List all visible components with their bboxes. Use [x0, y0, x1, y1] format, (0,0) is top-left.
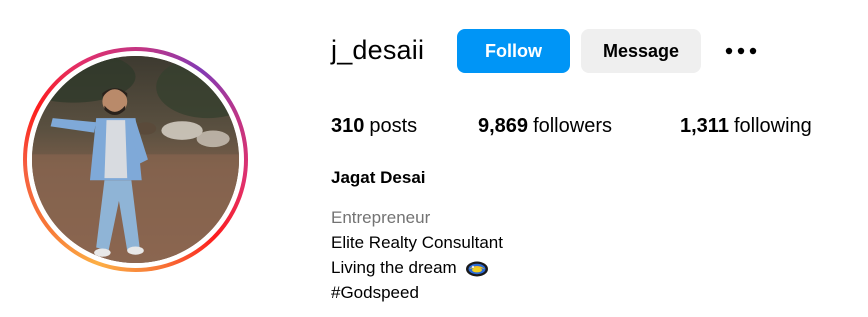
username: j_desaii	[331, 35, 425, 65]
following-link[interactable]: 1,311 following	[680, 115, 812, 138]
more-options-button[interactable]	[721, 36, 761, 66]
posts-label: posts	[369, 115, 418, 137]
avatar	[32, 56, 239, 263]
following-label: following	[733, 115, 812, 137]
category-label: Entrepreneur	[331, 208, 431, 227]
posts-count: 310 posts	[331, 115, 417, 138]
bio-hashtag[interactable]: #Godspeed	[331, 283, 419, 303]
followers-number: 9,869	[478, 115, 529, 137]
bio-line-text: Living the dream	[331, 258, 457, 277]
followers-label: followers	[533, 115, 612, 137]
message-button[interactable]: Message	[581, 29, 701, 73]
bio-line: Elite Realty Consultant	[331, 233, 503, 252]
profile-photo	[32, 56, 239, 263]
bio-line: Living the dream	[331, 258, 489, 278]
follow-button[interactable]: Follow	[457, 29, 570, 73]
profile-header: j_desaii Follow Message 310 posts 9,869 fo…	[0, 0, 868, 317]
following-number: 1,311	[680, 115, 729, 137]
story-ring[interactable]	[23, 47, 248, 272]
followers-link[interactable]: 9,869 followers	[478, 115, 612, 138]
more-horizontal-icon	[725, 47, 757, 55]
posts-number: 310	[331, 115, 365, 137]
helmet-emoji-icon	[465, 261, 488, 277]
full-name: Jagat Desai	[331, 168, 426, 187]
